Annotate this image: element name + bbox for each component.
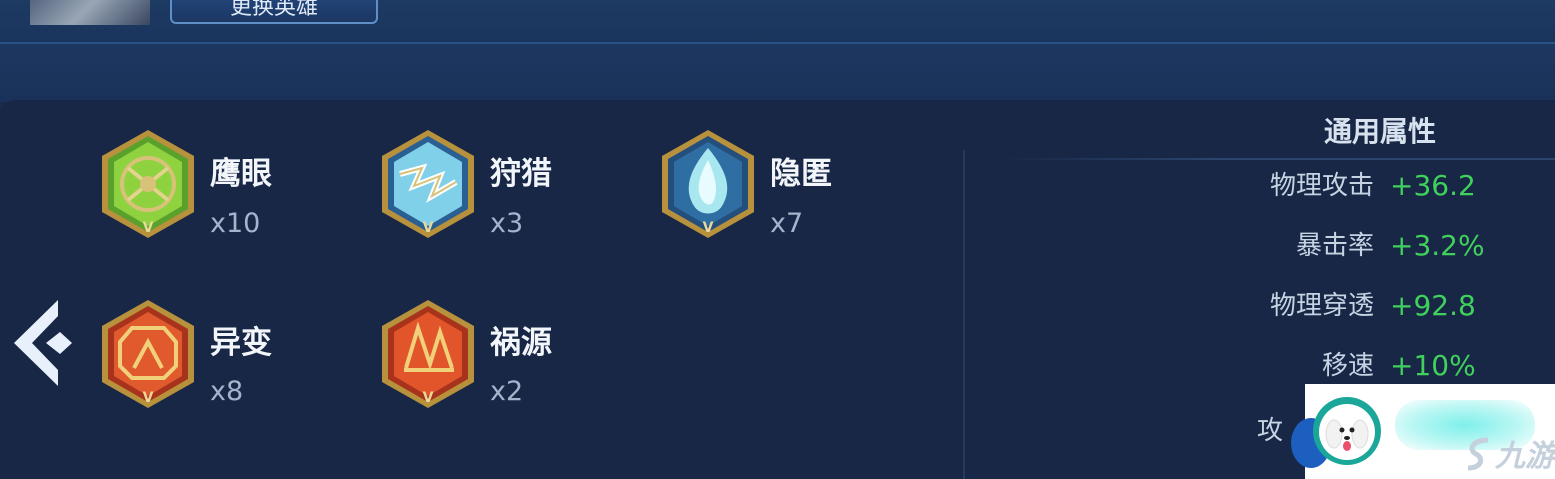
attribute-value: +36.2 xyxy=(1390,169,1476,202)
emblem-count: x8 xyxy=(210,376,244,407)
attribute-label: 暴击率 xyxy=(1295,231,1374,261)
emblem-name: 狩猎 xyxy=(490,156,552,192)
panel-divider xyxy=(963,150,965,479)
back-arrow-icon[interactable] xyxy=(6,296,72,390)
emblem-count: x3 xyxy=(490,208,524,239)
svg-text:V: V xyxy=(143,390,154,406)
svg-text:V: V xyxy=(703,220,714,236)
attribute-label: 移速 xyxy=(1321,351,1374,381)
jiuyou-logo-icon xyxy=(1467,437,1489,471)
dog-avatar-icon xyxy=(1313,397,1381,465)
attribute-label: 物理攻击 xyxy=(1269,171,1374,201)
emblem-count: x7 xyxy=(770,208,804,239)
emblem-name: 鹰眼 xyxy=(210,156,272,192)
svg-text:V: V xyxy=(423,220,434,236)
attribute-value: +92.8 xyxy=(1390,289,1476,322)
watermark-text: 九游 xyxy=(1495,439,1555,474)
attributes-title: 通用属性 xyxy=(1323,115,1436,148)
emblem-name: 异变 xyxy=(210,325,272,361)
attributes-title-underline xyxy=(1000,158,1555,160)
calamity-emblem-icon: V xyxy=(382,300,474,408)
attribute-label-partial: 攻 xyxy=(1257,416,1284,446)
swap-hero-button[interactable]: 更换英雄 xyxy=(170,0,378,24)
svg-text:V: V xyxy=(423,390,434,406)
emblem-name: 祸源 xyxy=(490,325,552,361)
attribute-value: +10% xyxy=(1390,349,1476,382)
emblem-count: x2 xyxy=(490,376,524,407)
emblem-count: x10 xyxy=(210,208,261,239)
stealth-emblem-icon: V xyxy=(662,130,754,238)
hunting-emblem-icon: V xyxy=(382,130,474,238)
eagle-eye-emblem-icon: V xyxy=(102,130,194,238)
emblem-name: 隐匿 xyxy=(770,156,832,192)
attribute-label: 物理穿透 xyxy=(1269,291,1374,321)
attribute-value: +3.2% xyxy=(1390,229,1485,262)
header-band xyxy=(0,44,1555,102)
mutation-emblem-icon: V xyxy=(102,300,194,408)
hero-portrait[interactable] xyxy=(30,0,150,25)
svg-text:V: V xyxy=(143,220,154,236)
